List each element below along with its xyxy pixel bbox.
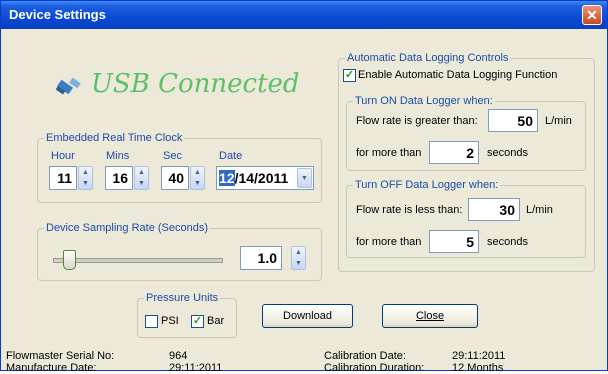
serial-value: 964 [169, 350, 188, 362]
off-flow-unit: L/min [526, 204, 553, 216]
on-flow-field[interactable]: 50 [488, 109, 538, 132]
chevron-down-icon[interactable]: ▼ [297, 168, 312, 188]
calibration-value: 29:11:2011 [452, 350, 506, 362]
enable-logging-label: Enable Automatic Data Logging Function [358, 69, 558, 81]
sampling-spinner[interactable]: ▲ ▼ [291, 246, 306, 270]
mins-label: Mins [106, 150, 130, 162]
duration-value: 12 Months [452, 362, 504, 374]
mins-field[interactable]: 16 [105, 166, 133, 190]
on-time-unit: seconds [487, 147, 528, 159]
calibration-label: Calibration Date: [324, 350, 406, 362]
off-flow-field[interactable]: 30 [468, 198, 520, 221]
off-time-unit: seconds [487, 236, 528, 248]
manufacture-value: 29:11:2011 [169, 362, 223, 374]
usb-plug-icon [56, 77, 81, 95]
download-button[interactable]: Download [262, 304, 353, 328]
sec-spinner[interactable]: ▲ ▼ [190, 166, 205, 190]
close-button[interactable]: Close [382, 304, 478, 328]
device-settings-window: Device Settings ✕ USB Connected Embedded… [0, 0, 608, 374]
on-time-field[interactable]: 2 [429, 141, 479, 164]
usb-status-text: USB Connected [91, 69, 300, 99]
close-window-button[interactable]: ✕ [582, 5, 602, 25]
sampling-slider-track[interactable] [53, 258, 223, 263]
pressure-legend: Pressure Units [144, 292, 221, 304]
date-rest: /14/2011 [234, 170, 289, 186]
psi-label: PSI [161, 315, 179, 327]
hour-field[interactable]: 11 [49, 166, 77, 190]
title-bar[interactable]: Device Settings ✕ [1, 1, 607, 29]
mins-spinner[interactable]: ▲ ▼ [134, 166, 149, 190]
turn-off-legend: Turn OFF Data Logger when: [353, 179, 501, 191]
on-flow-unit: L/min [545, 115, 572, 127]
off-time-label: for more than [356, 236, 422, 248]
bar-label: Bar [207, 315, 225, 327]
sampling-slider-thumb[interactable] [63, 250, 76, 270]
hour-label: Hour [51, 150, 75, 162]
sampling-rate-field[interactable]: 1.0 [240, 246, 282, 270]
hour-spinner[interactable]: ▲ ▼ [78, 166, 93, 190]
sec-field[interactable]: 40 [161, 166, 189, 190]
off-flow-label: Flow rate is less than: [356, 204, 463, 216]
serial-label: Flowmaster Serial No: [6, 350, 115, 362]
date-label: Date [219, 150, 243, 162]
off-time-field[interactable]: 5 [429, 230, 479, 253]
date-day-selected: 12 [219, 170, 235, 186]
enable-logging-checkbox[interactable]: ✓ [343, 69, 356, 82]
psi-checkbox[interactable]: ✓ [145, 315, 158, 328]
turn-on-legend: Turn ON Data Logger when: [353, 95, 495, 107]
duration-label: Calibration Duration: [324, 362, 425, 374]
rtc-legend: Embedded Real Time Clock [44, 132, 185, 144]
sampling-legend: Device Sampling Rate (Seconds) [44, 222, 211, 234]
logging-legend: Automatic Data Logging Controls [345, 52, 511, 64]
bar-checkbox[interactable]: ✓ [191, 315, 204, 328]
on-flow-label: Flow rate is greater than: [356, 115, 478, 127]
on-time-label: for more than [356, 147, 422, 159]
manufacture-label: Manufacture Date: [6, 362, 97, 374]
window-title: Device Settings [9, 7, 106, 22]
sec-label: Sec [163, 150, 182, 162]
